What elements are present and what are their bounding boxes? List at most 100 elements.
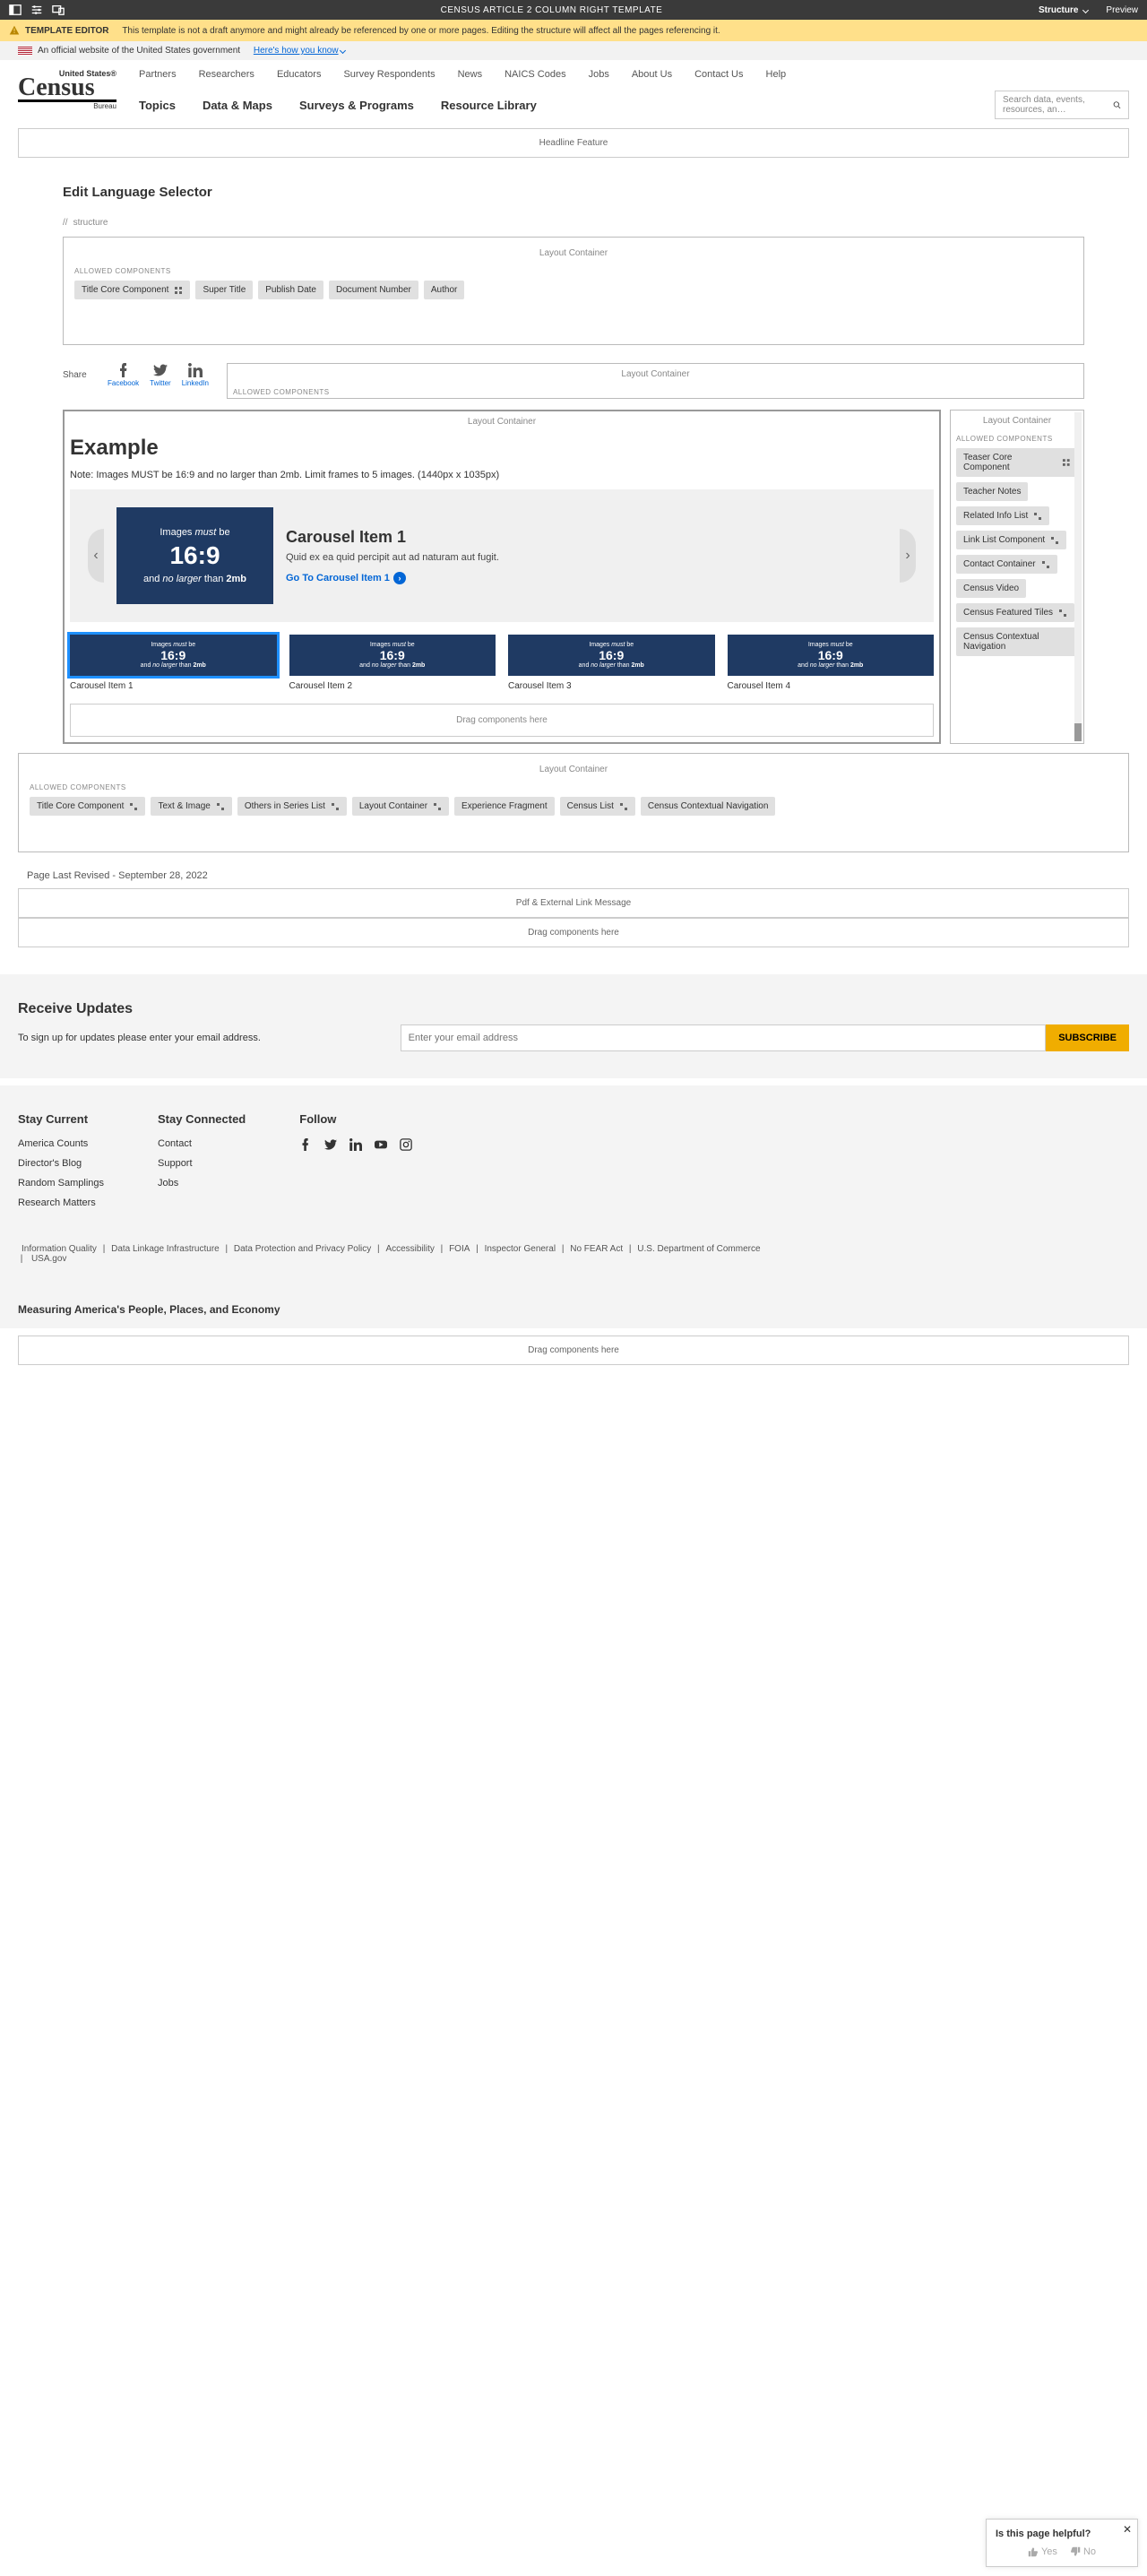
foot-research-matters[interactable]: Research Matters bbox=[18, 1197, 104, 1208]
instagram-icon[interactable] bbox=[400, 1138, 412, 1151]
carousel-next[interactable]: › bbox=[900, 529, 916, 583]
scrollbar-thumb[interactable] bbox=[1074, 723, 1082, 741]
thumb-4[interactable]: Images must be16:9and no larger than 2mb bbox=[728, 635, 935, 676]
thumb-1[interactable]: Images must be16:9and no larger than 2mb bbox=[70, 635, 277, 676]
subscribe-button[interactable]: SUBSCRIBE bbox=[1046, 1024, 1129, 1051]
helpful-no[interactable]: No bbox=[1070, 2546, 1096, 2557]
nav-contact[interactable]: Contact Us bbox=[694, 69, 743, 80]
page-revised: Page Last Revised - September 28, 2022 bbox=[27, 870, 1120, 881]
nav-researchers[interactable]: Researchers bbox=[199, 69, 254, 80]
chip-text-image[interactable]: Text & Image bbox=[151, 797, 231, 816]
legal-links: Information Quality | Data Linkage Infra… bbox=[18, 1244, 1129, 1264]
layout-container-main[interactable]: Layout Container Example Note: Images MU… bbox=[63, 410, 941, 744]
carousel-item-link[interactable]: Go To Carousel Item 1› bbox=[286, 572, 887, 584]
headline-feature-zone[interactable]: Headline Feature bbox=[18, 128, 1129, 158]
legal-link[interactable]: Accessibility bbox=[385, 1244, 434, 1254]
chip-teaser[interactable]: Teaser Core Component bbox=[956, 448, 1078, 477]
close-icon[interactable]: ✕ bbox=[1123, 2523, 1132, 2536]
nav-resource-library[interactable]: Resource Library bbox=[441, 99, 537, 112]
chip-title-core[interactable]: Title Core Component bbox=[74, 281, 190, 299]
nav-data-maps[interactable]: Data & Maps bbox=[203, 99, 272, 112]
thumbs-down-icon bbox=[1070, 2546, 1081, 2557]
nav-news[interactable]: News bbox=[458, 69, 483, 80]
nav-about[interactable]: About Us bbox=[632, 69, 672, 80]
nav-survey-respondents[interactable]: Survey Respondents bbox=[343, 69, 435, 80]
facebook-icon[interactable] bbox=[299, 1138, 312, 1151]
chip-related-info[interactable]: Related Info List bbox=[956, 506, 1049, 525]
nav-partners[interactable]: Partners bbox=[139, 69, 177, 80]
youtube-icon[interactable] bbox=[375, 1138, 387, 1151]
chip-layout[interactable]: Layout Container bbox=[352, 797, 449, 816]
nav-naics[interactable]: NAICS Codes bbox=[505, 69, 565, 80]
chevron-down-icon bbox=[340, 48, 346, 54]
breadcrumb: //structure bbox=[63, 218, 1084, 228]
drag-zone-footer[interactable]: Drag components here bbox=[18, 1336, 1129, 1365]
drag-zone-bottom[interactable]: Drag components here bbox=[18, 918, 1129, 947]
legal-link[interactable]: Data Protection and Privacy Policy bbox=[234, 1244, 371, 1254]
legal-link[interactable]: Inspector General bbox=[485, 1244, 556, 1254]
nav-topics[interactable]: Topics bbox=[139, 99, 176, 112]
search-input[interactable]: Search data, events, resources, an… bbox=[995, 91, 1129, 119]
chip-publish-date[interactable]: Publish Date bbox=[258, 281, 323, 299]
foot-america-counts[interactable]: America Counts bbox=[18, 1138, 104, 1149]
sidebar-icon[interactable] bbox=[9, 4, 22, 16]
layout-container-right[interactable]: Layout Container ALLOWED COMPONENTS Teas… bbox=[950, 410, 1084, 744]
chip-title-core2[interactable]: Title Core Component bbox=[30, 797, 145, 816]
legal-link[interactable]: No FEAR Act bbox=[570, 1244, 623, 1254]
chip-exp-frag[interactable]: Experience Fragment bbox=[454, 797, 555, 816]
devices-icon[interactable] bbox=[52, 4, 65, 16]
measuring-heading: Measuring America's People, Places, and … bbox=[0, 1291, 1147, 1328]
chip-super-title[interactable]: Super Title bbox=[195, 281, 253, 299]
foot-jobs[interactable]: Jobs bbox=[158, 1178, 246, 1189]
nav-jobs[interactable]: Jobs bbox=[589, 69, 609, 80]
helpful-yes[interactable]: Yes bbox=[1028, 2546, 1057, 2557]
preview-link[interactable]: Preview bbox=[1106, 5, 1138, 15]
scrollbar[interactable] bbox=[1074, 412, 1082, 741]
legal-link[interactable]: Data Linkage Infrastructure bbox=[111, 1244, 220, 1254]
sliders-icon[interactable] bbox=[30, 4, 43, 16]
legal-link[interactable]: FOIA bbox=[449, 1244, 470, 1254]
nav-help[interactable]: Help bbox=[766, 69, 787, 80]
gov-know-link[interactable]: Here's how you know bbox=[254, 46, 345, 56]
example-note: Note: Images MUST be 16:9 and no larger … bbox=[70, 470, 934, 480]
chip-census-video[interactable]: Census Video bbox=[956, 579, 1026, 598]
chip-ctx-nav2[interactable]: Census Contextual Navigation bbox=[641, 797, 776, 816]
pdf-message-zone[interactable]: Pdf & External Link Message bbox=[18, 888, 1129, 918]
share-linkedin[interactable]: LinkedIn bbox=[182, 363, 209, 387]
share-facebook[interactable]: Facebook bbox=[108, 363, 139, 387]
legal-link[interactable]: USA.gov bbox=[31, 1254, 66, 1264]
thumb-3[interactable]: Images must be16:9and no larger than 2mb bbox=[508, 635, 715, 676]
foot-directors-blog[interactable]: Director's Blog bbox=[18, 1158, 104, 1169]
chevron-down-icon bbox=[1082, 6, 1089, 13]
carousel-prev[interactable]: ‹ bbox=[88, 529, 104, 583]
legal-link[interactable]: Information Quality bbox=[22, 1244, 97, 1254]
nav-educators[interactable]: Educators bbox=[277, 69, 322, 80]
share-twitter[interactable]: Twitter bbox=[150, 363, 171, 387]
chip-doc-number[interactable]: Document Number bbox=[329, 281, 418, 299]
chip-featured-tiles[interactable]: Census Featured Tiles bbox=[956, 603, 1074, 622]
thumb-2[interactable]: Images must be16:9and no larger than 2mb bbox=[289, 635, 496, 676]
census-logo[interactable]: United States® Census Bureau bbox=[18, 69, 116, 110]
email-input[interactable] bbox=[401, 1024, 1047, 1051]
mode-structure[interactable]: Structure bbox=[1039, 5, 1088, 15]
thumbs-up-icon bbox=[1028, 2546, 1039, 2557]
foot-support[interactable]: Support bbox=[158, 1158, 246, 1169]
foot-random-samplings[interactable]: Random Samplings bbox=[18, 1178, 104, 1189]
foot-contact[interactable]: Contact bbox=[158, 1138, 246, 1149]
linkedin-icon[interactable] bbox=[349, 1138, 362, 1151]
layout-container-hidden[interactable]: Layout Container ALLOWED COMPONENTS Subs… bbox=[227, 363, 1084, 399]
chip-others[interactable]: Others in Series List bbox=[237, 797, 347, 816]
twitter-icon[interactable] bbox=[324, 1138, 337, 1151]
chip-contextual-nav[interactable]: Census Contextual Navigation bbox=[956, 627, 1078, 656]
drag-zone-example[interactable]: Drag components here bbox=[70, 704, 934, 737]
chip-link-list[interactable]: Link List Component bbox=[956, 531, 1066, 549]
chip-teacher-notes[interactable]: Teacher Notes bbox=[956, 482, 1028, 501]
layout-container-bottom[interactable]: Layout Container ALLOWED COMPONENTS Titl… bbox=[18, 753, 1129, 852]
layout-container-top[interactable]: Layout Container ALLOWED COMPONENTS Titl… bbox=[63, 237, 1084, 345]
legal-link[interactable]: U.S. Department of Commerce bbox=[637, 1244, 760, 1254]
nav-surveys[interactable]: Surveys & Programs bbox=[299, 99, 414, 112]
example-title: Example bbox=[70, 436, 934, 461]
chip-author[interactable]: Author bbox=[424, 281, 464, 299]
chip-census-list[interactable]: Census List bbox=[560, 797, 635, 816]
chip-contact[interactable]: Contact Container bbox=[956, 555, 1057, 574]
